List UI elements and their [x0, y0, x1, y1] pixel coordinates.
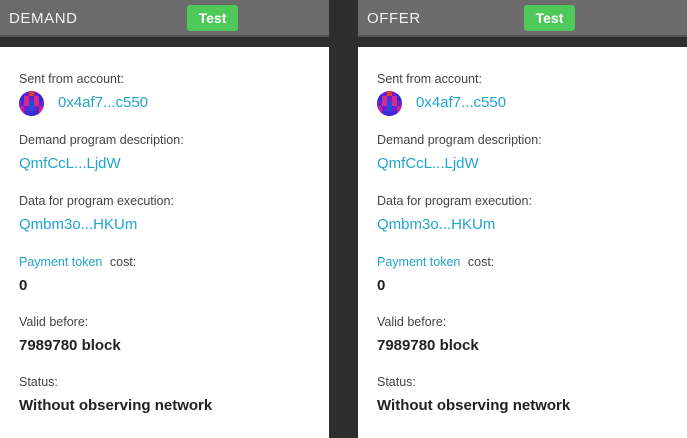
offer-title: OFFER — [367, 10, 421, 27]
identicon-icon — [19, 91, 44, 116]
data-label: Data for program execution: — [377, 194, 532, 208]
orders-view: DEMAND Test Sent from account: 0x4af7...… — [0, 0, 687, 438]
status-label: Status: — [377, 375, 416, 389]
demand-panel: DEMAND Test Sent from account: 0x4af7...… — [0, 0, 329, 438]
identicon-icon — [377, 91, 402, 116]
cost-label-row: Payment token cost: — [377, 255, 494, 269]
demand-header: DEMAND Test — [0, 0, 329, 37]
offer-body: Sent from account: 0x4af7...c550 Demand … — [358, 47, 687, 438]
data-link[interactable]: Qmbm3o...HKUm — [377, 216, 495, 233]
demand-title: DEMAND — [9, 10, 78, 27]
description-label: Demand program description: — [377, 133, 542, 147]
cost-label: cost: — [109, 255, 137, 269]
demand-test-button[interactable]: Test — [187, 5, 238, 31]
offer-header: OFFER Test — [358, 0, 687, 37]
valid-before-value: 7989780 block — [19, 337, 121, 354]
account-link[interactable]: 0x4af7...c550 — [416, 94, 506, 111]
demand-body: Sent from account: 0x4af7...c550 Demand … — [0, 47, 329, 438]
payment-token-link[interactable]: Payment token — [377, 255, 460, 269]
valid-before-label: Valid before: — [19, 315, 89, 329]
account-link[interactable]: 0x4af7...c550 — [58, 94, 148, 111]
status-label: Status: — [19, 375, 58, 389]
offer-test-button[interactable]: Test — [524, 5, 575, 31]
valid-before-label: Valid before: — [377, 315, 447, 329]
cost-label: cost: — [467, 255, 495, 269]
description-link[interactable]: QmfCcL...LjdW — [19, 155, 121, 172]
description-label: Demand program description: — [19, 133, 184, 147]
status-value: Without observing network — [19, 397, 213, 414]
cost-value: 0 — [19, 277, 28, 294]
data-link[interactable]: Qmbm3o...HKUm — [19, 216, 137, 233]
valid-before-value: 7989780 block — [377, 337, 479, 354]
sent-from-label: Sent from account: — [19, 72, 124, 86]
cost-value: 0 — [377, 277, 386, 294]
description-link[interactable]: QmfCcL...LjdW — [377, 155, 479, 172]
offer-panel: OFFER Test Sent from account: 0x4af7...c… — [358, 0, 687, 438]
cost-label-row: Payment token cost: — [19, 255, 136, 269]
payment-token-link[interactable]: Payment token — [19, 255, 102, 269]
sent-from-label: Sent from account: — [377, 72, 482, 86]
status-value: Without observing network — [377, 397, 571, 414]
data-label: Data for program execution: — [19, 194, 174, 208]
